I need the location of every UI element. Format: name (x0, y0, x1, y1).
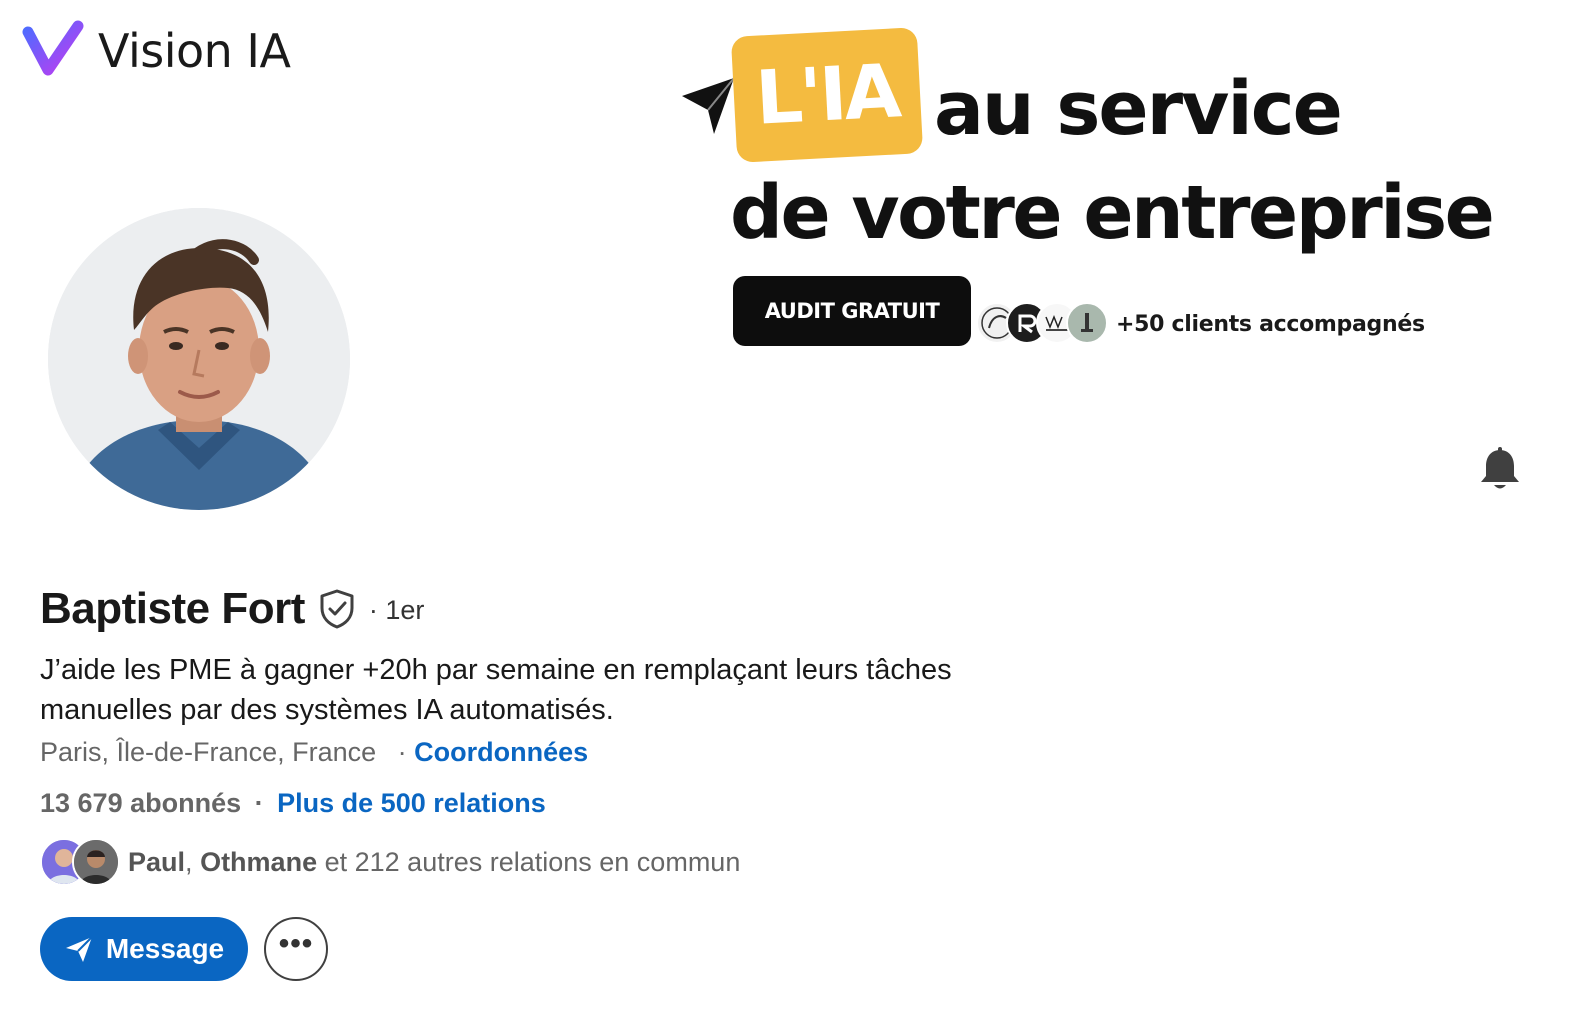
mutual-name-separator: , (185, 846, 193, 877)
stats-row: 13 679 abonnés · Plus de 500 relations (40, 788, 546, 819)
client-logos (976, 302, 1110, 346)
followers-count: 13 679 abonnés (40, 788, 242, 818)
profile-photo-illustration (48, 208, 350, 510)
connections-link[interactable]: Plus de 500 relations (277, 788, 546, 818)
location-row: Paris, Île-de-France, France · Coordonné… (40, 737, 588, 768)
banner-headline-line1: au service (934, 66, 1343, 152)
bell-icon[interactable] (1478, 446, 1522, 492)
brand: Vision IA (20, 20, 291, 82)
client-logo-4 (1066, 302, 1108, 344)
ia-tag-label: L'IA (753, 48, 901, 142)
contact-info-link[interactable]: Coordonnées (414, 737, 588, 767)
send-icon (65, 936, 93, 962)
mutual-name-1: Paul (128, 846, 186, 877)
profile-headline: J’aide les PME à gagner +20h par semaine… (40, 654, 952, 726)
more-actions-button[interactable]: ••• (264, 917, 328, 981)
mutual-connections-text: Paul, Othmane et 212 autres relations en… (128, 847, 740, 878)
audit-gratuit-badge: AUDIT GRATUIT (733, 276, 971, 346)
connection-degree: · 1er (368, 594, 425, 625)
profile-avatar[interactable] (44, 204, 354, 514)
location-separator: · (397, 737, 407, 767)
profile-photo (48, 208, 350, 510)
clients-count-text: +50 clients accompagnés (1116, 312, 1425, 337)
banner-headline-line2: de votre entreprise (730, 170, 1495, 256)
mutual-avatar-othmane (72, 838, 120, 886)
message-button-label: Message (105, 933, 225, 964)
location-text: Paris, Île-de-France, France (40, 737, 377, 767)
brand-name: Vision IA (98, 24, 291, 78)
mutual-connections[interactable]: Paul, Othmane et 212 autres relations en… (40, 838, 740, 886)
ia-tag: L'IA (730, 27, 924, 163)
vision-ia-logo-icon (22, 20, 84, 76)
verified-icon[interactable] (317, 588, 357, 630)
name-row: Baptiste Fort · 1er (40, 584, 424, 634)
message-button[interactable]: Message (40, 917, 248, 981)
more-icon: ••• (278, 927, 314, 960)
mutual-avatars (40, 838, 122, 886)
mutual-name-2: Othmane (200, 846, 318, 877)
profile-name: Baptiste Fort (40, 584, 305, 633)
stats-separator: · (254, 788, 264, 818)
mutual-rest: et 212 autres relations en commun (324, 846, 741, 877)
pointer-arrow-icon (682, 77, 735, 134)
